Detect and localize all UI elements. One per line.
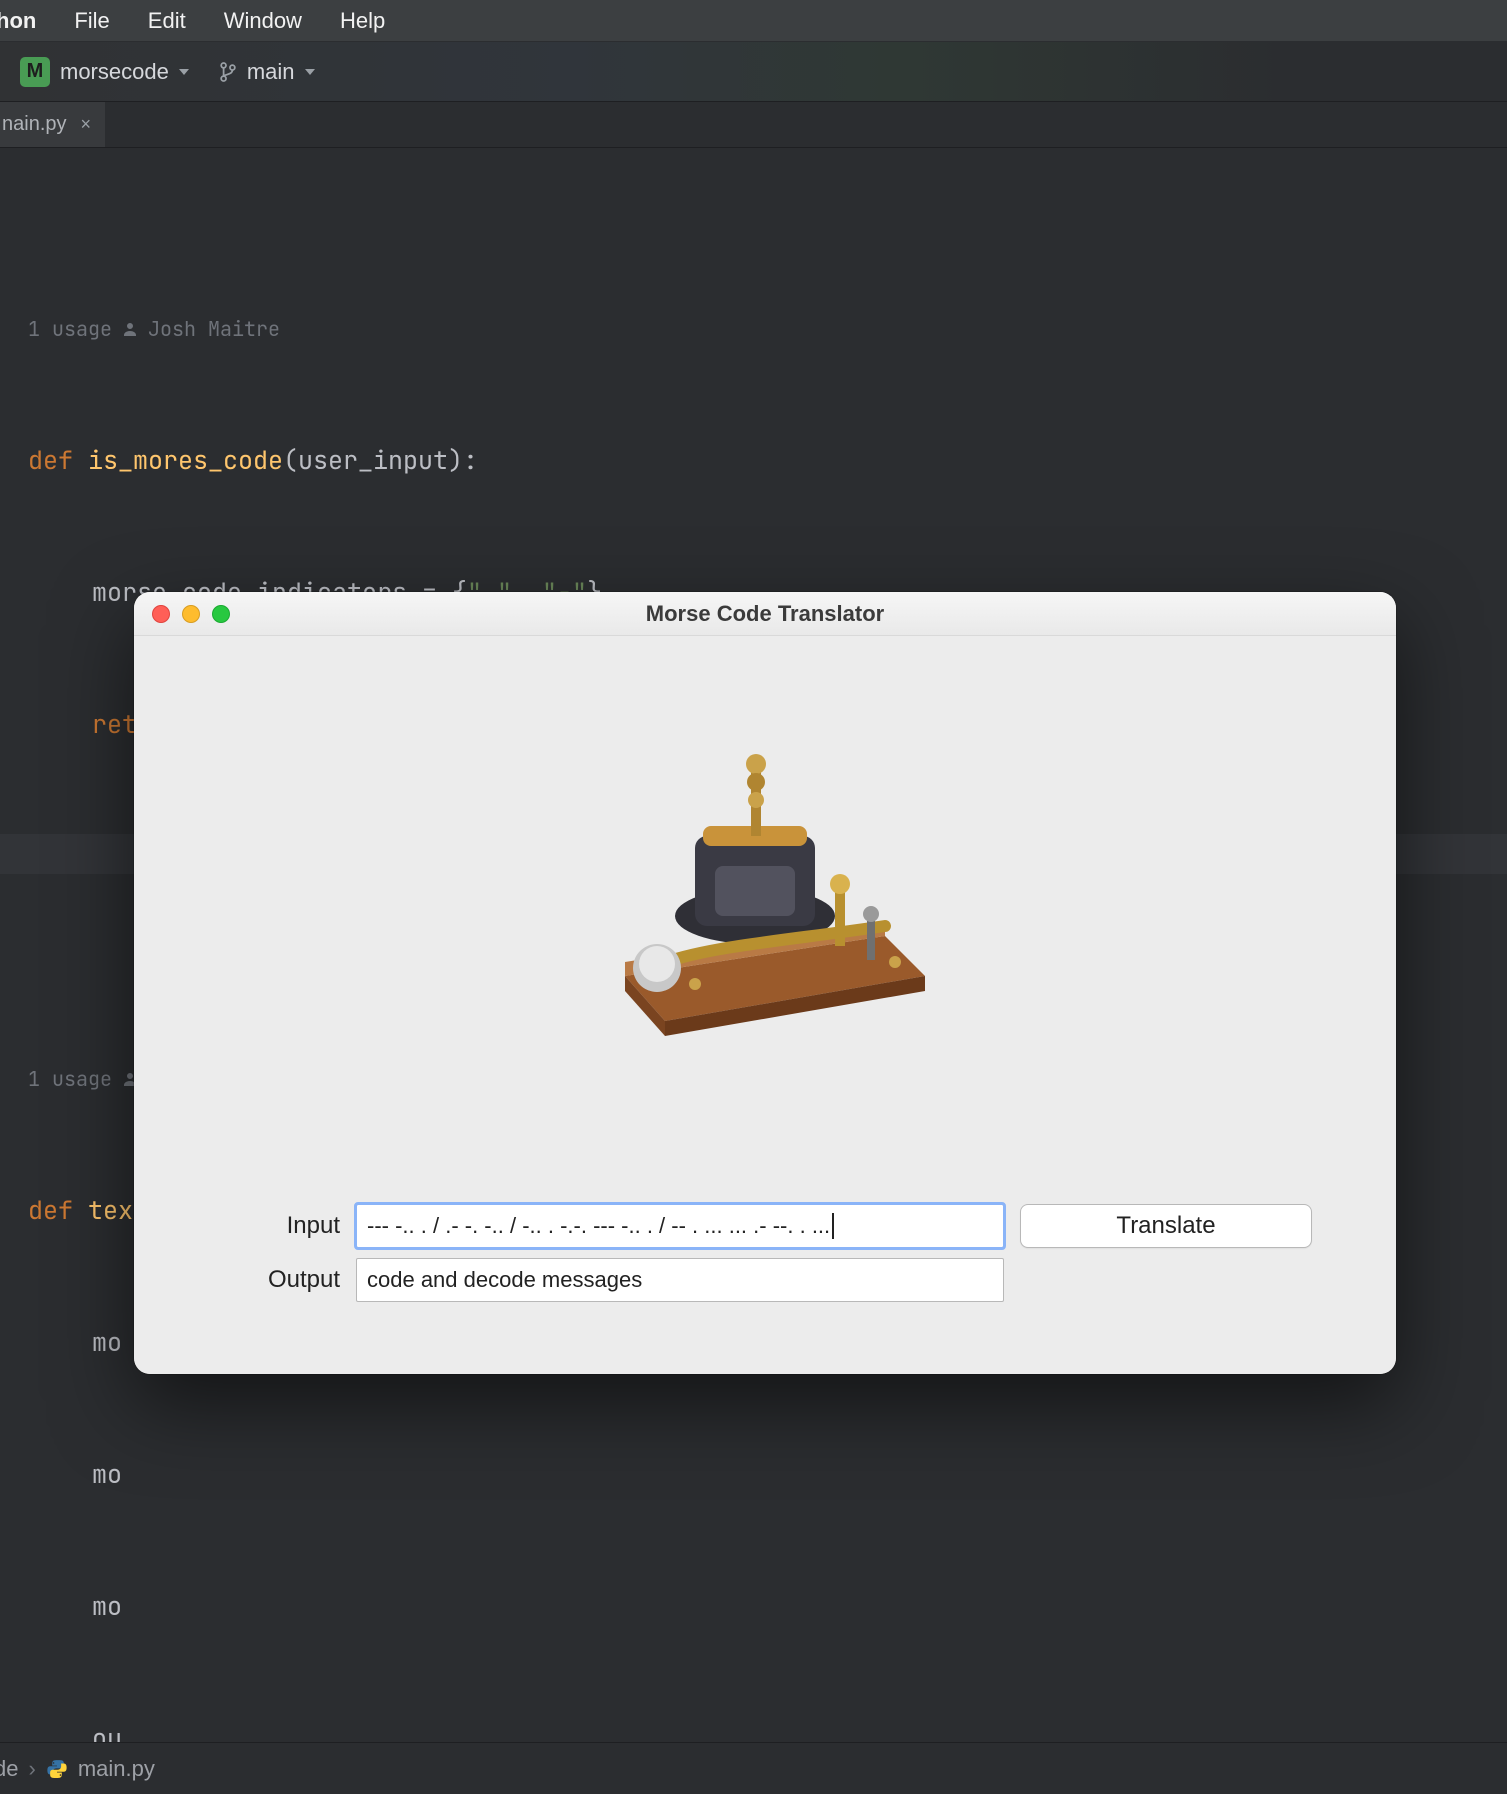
close-icon[interactable]: × bbox=[81, 114, 92, 135]
git-branch-icon bbox=[219, 61, 237, 83]
input-row: Input --- -.. . / .- -. -.. / -.. . -.-.… bbox=[230, 1204, 1312, 1248]
translate-button[interactable]: Translate bbox=[1020, 1204, 1312, 1248]
code-line: mo bbox=[28, 1584, 1507, 1628]
code-line: mo bbox=[28, 1452, 1507, 1496]
output-entry[interactable]: code and decode messages bbox=[356, 1258, 1004, 1302]
branch-name: main bbox=[247, 59, 295, 85]
chevron-down-icon bbox=[179, 69, 189, 75]
usages-label: 1 usage bbox=[28, 1064, 112, 1094]
breadcrumb-separator: › bbox=[28, 1756, 35, 1782]
input-value: --- -.. . / .- -. -.. / -.. . -.-. --- -… bbox=[367, 1213, 830, 1239]
output-label: Output bbox=[230, 1266, 340, 1294]
author-label: Josh Maitre bbox=[148, 314, 280, 344]
branch-selector[interactable]: main bbox=[247, 59, 325, 85]
editor-tabs: nain.py × bbox=[0, 102, 1507, 148]
project-badge[interactable]: M bbox=[20, 57, 50, 87]
ide-toolbar: M morsecode main bbox=[0, 42, 1507, 102]
menubar-item-help[interactable]: Help bbox=[334, 4, 391, 38]
breadcrumb[interactable]: de › main.py bbox=[0, 1742, 1507, 1794]
menubar-item-window[interactable]: Window bbox=[218, 4, 308, 38]
breadcrumb-fragment: de bbox=[0, 1756, 18, 1782]
input-entry[interactable]: --- -.. . / .- -. -.. / -.. . -.-. --- -… bbox=[356, 1204, 1004, 1248]
window-title: Morse Code Translator bbox=[134, 601, 1396, 627]
telegraph-key-image bbox=[585, 716, 945, 1046]
app-body: Input --- -.. . / .- -. -.. / -.. . -.-.… bbox=[134, 636, 1396, 1374]
project-name: morsecode bbox=[60, 59, 169, 85]
menubar-item-file[interactable]: File bbox=[68, 4, 115, 38]
system-menubar: hon File Edit Window Help bbox=[0, 0, 1507, 42]
chevron-down-icon bbox=[305, 69, 315, 75]
code-lens[interactable]: 1 usage Josh Maitre bbox=[28, 314, 1507, 344]
output-value: code and decode messages bbox=[367, 1267, 642, 1293]
tab-filename: nain.py bbox=[2, 113, 67, 136]
person-icon bbox=[122, 321, 138, 337]
menubar-item-edit[interactable]: Edit bbox=[142, 4, 192, 38]
python-file-icon bbox=[46, 1758, 68, 1780]
editor-tab-main-py[interactable]: nain.py × bbox=[0, 102, 106, 147]
input-label: Input bbox=[230, 1212, 340, 1240]
text-caret bbox=[832, 1213, 834, 1239]
usages-label: 1 usage bbox=[28, 314, 112, 344]
menubar-app-name[interactable]: hon bbox=[0, 4, 42, 38]
code-line: def is_mores_code(user_input): bbox=[28, 438, 1507, 482]
breadcrumb-file: main.py bbox=[78, 1756, 155, 1782]
app-window-morse-translator: Morse Code Translator bbox=[134, 592, 1396, 1374]
project-selector[interactable]: morsecode bbox=[60, 59, 199, 85]
window-titlebar[interactable]: Morse Code Translator bbox=[134, 592, 1396, 636]
output-row: Output code and decode messages bbox=[230, 1258, 1004, 1302]
